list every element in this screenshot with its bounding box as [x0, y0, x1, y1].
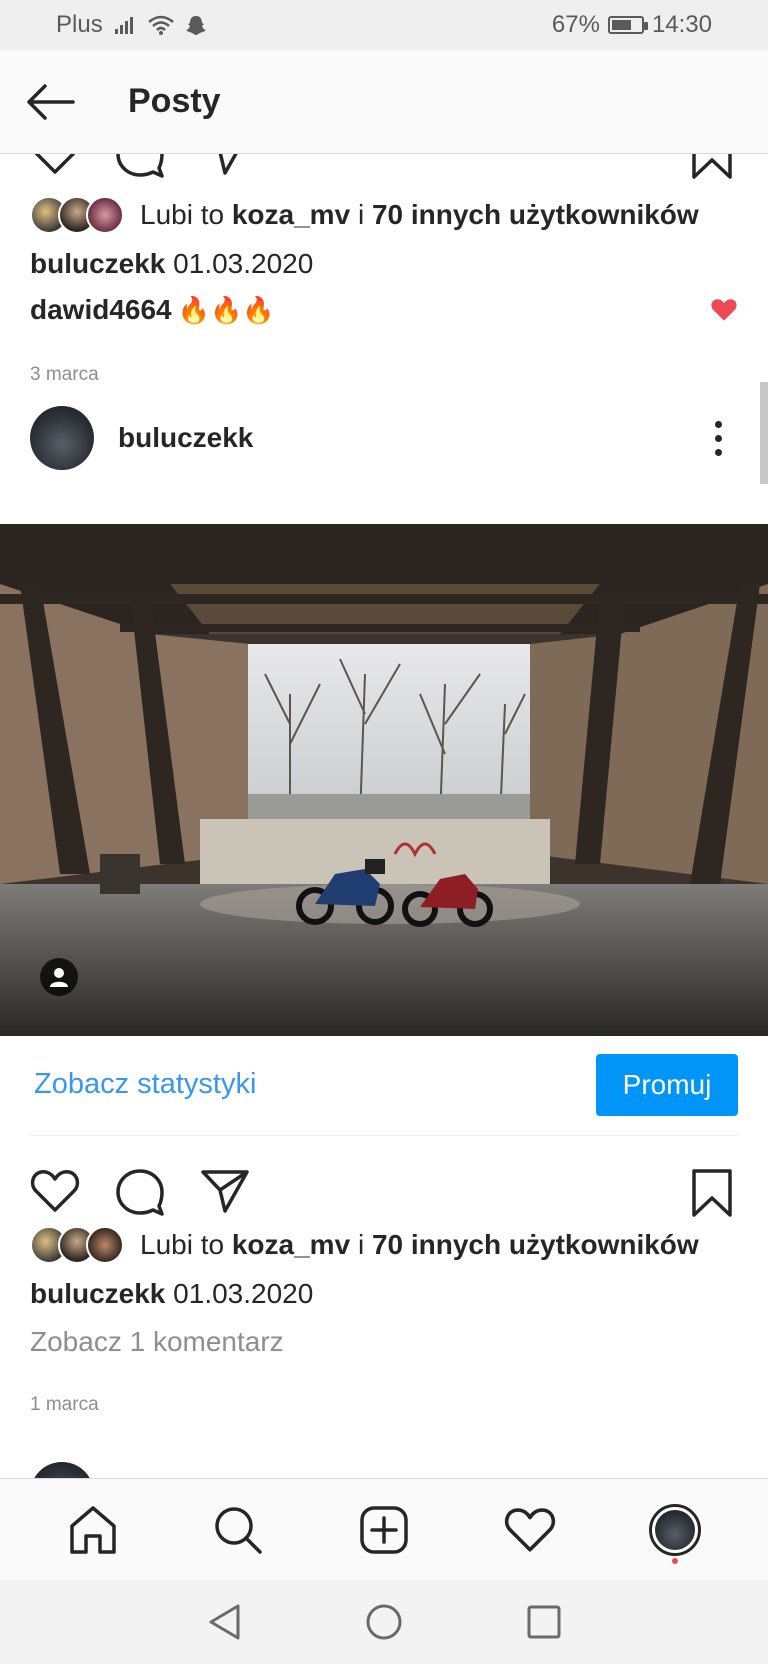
- post2-likes[interactable]: Lubi to koza_mv i 70 innych użytkowników: [30, 1226, 699, 1264]
- notification-dot: [672, 1557, 679, 1564]
- likes-user[interactable]: koza_mv: [232, 1229, 350, 1261]
- liked-heart-icon[interactable]: [710, 297, 738, 323]
- feed[interactable]: Lubi to koza_mv i 70 innych użytkowników…: [0, 154, 768, 1478]
- caption-text: 01.03.2020: [173, 1278, 314, 1309]
- insights-row: Zobacz statystyki Promuj: [30, 1036, 738, 1136]
- likes-prefix: Lubi to: [140, 199, 225, 230]
- share-icon[interactable]: [200, 1168, 250, 1214]
- battery-percent: 67%: [551, 11, 600, 38]
- post1-comment: dawid4664 🔥🔥🔥: [30, 294, 738, 326]
- post1-likes[interactable]: Lubi to koza_mv i 70 innych użytkowników: [30, 196, 699, 234]
- promote-button[interactable]: Promuj: [596, 1054, 738, 1116]
- post-username[interactable]: buluczekk: [118, 422, 253, 454]
- tagged-user-button[interactable]: [40, 958, 78, 996]
- add-post-icon: [360, 1505, 408, 1554]
- person-icon: [50, 968, 68, 987]
- scrollbar[interactable]: [760, 382, 768, 484]
- recents-square-icon[interactable]: [526, 1604, 562, 1640]
- nav-profile[interactable]: [639, 1494, 711, 1566]
- avatar: [86, 196, 124, 234]
- wifi-icon: [147, 15, 174, 35]
- more-options-button[interactable]: [698, 408, 738, 468]
- nav-home[interactable]: [57, 1494, 129, 1566]
- liker-avatars: [30, 1226, 124, 1264]
- post-photo[interactable]: [0, 524, 768, 1036]
- likes-join: i: [357, 1229, 365, 1260]
- likes-prefix: Lubi to: [140, 1229, 225, 1260]
- search-icon: [215, 1506, 263, 1554]
- comment-text: 🔥🔥🔥: [177, 294, 275, 325]
- comment-username[interactable]: dawid4664: [30, 294, 172, 326]
- comment-icon[interactable]: [115, 1168, 165, 1216]
- avatar[interactable]: [30, 1462, 94, 1478]
- status-bar: Plus 67% 14:30: [0, 0, 768, 50]
- view-comments-link[interactable]: Zobacz 1 komentarz: [30, 1326, 284, 1358]
- caption-username[interactable]: buluczekk: [30, 1278, 165, 1309]
- android-nav-bar: [0, 1580, 768, 1664]
- liker-avatars: [30, 196, 124, 234]
- caption-username[interactable]: buluczekk: [30, 248, 165, 279]
- save-icon[interactable]: [690, 154, 734, 180]
- post2-header: buluczekk: [0, 388, 768, 488]
- carrier-label: Plus: [56, 11, 103, 38]
- activity-heart-icon: [504, 1507, 555, 1552]
- post2-date: 1 marca: [30, 1394, 99, 1415]
- avatar: [86, 1226, 124, 1264]
- likes-others[interactable]: 70 innych użytkowników: [372, 1229, 699, 1261]
- signal-icon: [114, 17, 133, 34]
- profile-avatar: [649, 1503, 702, 1556]
- post2-caption: buluczekk 01.03.2020: [30, 1278, 313, 1310]
- view-insights-link[interactable]: Zobacz statystyki: [34, 1068, 256, 1101]
- like-icon[interactable]: [30, 154, 80, 176]
- nav-add-post[interactable]: [348, 1494, 420, 1566]
- likes-user[interactable]: koza_mv: [232, 199, 350, 231]
- comment-icon[interactable]: [115, 154, 165, 178]
- home-circle-icon[interactable]: [364, 1602, 404, 1642]
- likes-others[interactable]: 70 innych użytkowników: [372, 199, 699, 231]
- app-header: Posty: [0, 50, 768, 154]
- avatar[interactable]: [30, 406, 94, 470]
- battery-icon: [607, 16, 648, 34]
- nav-activity[interactable]: [494, 1494, 566, 1566]
- page-title: Posty: [128, 82, 221, 120]
- back-arrow-icon: [27, 83, 75, 120]
- save-icon[interactable]: [690, 1168, 734, 1218]
- likes-join: i: [357, 199, 365, 230]
- caption-text: 01.03.2020: [173, 248, 314, 279]
- home-icon: [70, 1505, 116, 1554]
- like-icon[interactable]: [30, 1168, 80, 1214]
- post1-action-row: [0, 154, 768, 182]
- snapchat-icon: [185, 16, 206, 35]
- post2-action-row: [0, 1160, 768, 1220]
- share-icon[interactable]: [200, 154, 250, 176]
- back-triangle-icon[interactable]: [206, 1602, 242, 1642]
- post1-caption: buluczekk 01.03.2020: [30, 248, 313, 280]
- bottom-nav: [0, 1478, 768, 1580]
- post1-date: 3 marca: [30, 364, 99, 385]
- nav-search[interactable]: [202, 1494, 274, 1566]
- photo-image: [0, 524, 768, 1036]
- back-button[interactable]: [0, 50, 100, 154]
- clock: 14:30: [651, 11, 712, 38]
